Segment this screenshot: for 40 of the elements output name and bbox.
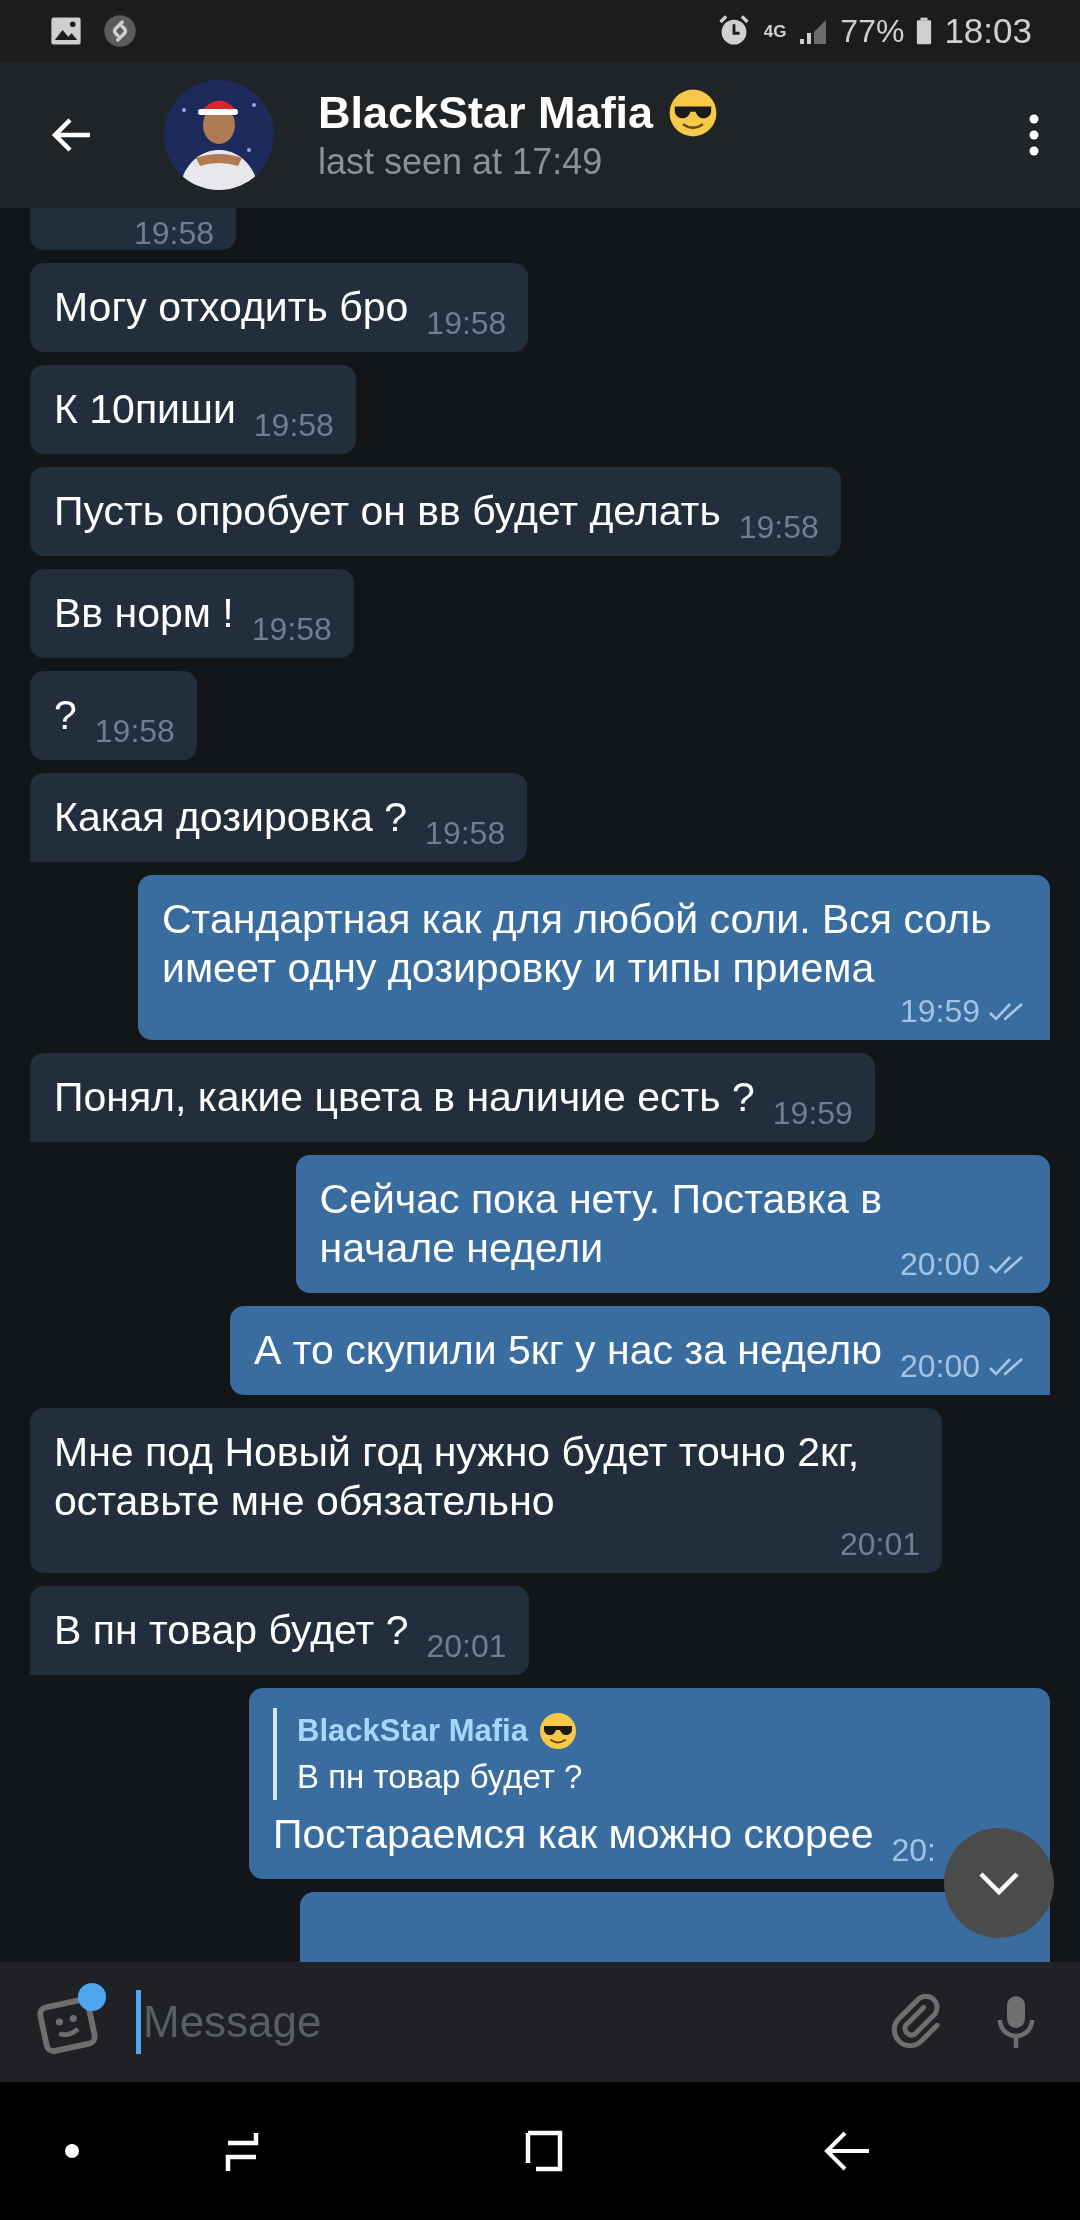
shazam-icon (102, 13, 138, 49)
more-options-icon[interactable] (1028, 113, 1040, 157)
message-time: 19:58 (425, 815, 506, 852)
network-type: 4G (763, 22, 787, 40)
message-time: 19:58 (426, 305, 507, 342)
last-seen-status: last seen at 17:49 (318, 141, 604, 183)
battery-icon (916, 16, 933, 46)
microphone-icon[interactable] (996, 1994, 1036, 2050)
message-time: 19:59 (899, 993, 980, 1030)
quoted-sender: BlackStar Mafia (297, 1712, 528, 1750)
message-text: Какая дозировка ? (54, 793, 408, 842)
battery-percent: 77% (840, 12, 905, 50)
message-text: Мне под Новый год нужно будет точно 2кг, оставьте мне обязательно (54, 1428, 861, 1526)
message-text: Сейчас пока нету. Поставка в начале недели (319, 1175, 882, 1273)
message-text: Пусть опробует он вв будет делать (54, 487, 721, 536)
message-text: Вв норм ! (54, 589, 234, 638)
message-time: 20:01 (839, 1526, 920, 1563)
message-time: 19:59 (772, 1095, 853, 1132)
message-time: 20:00 (899, 1246, 980, 1283)
message-time: 20:00 (899, 1348, 980, 1385)
message-text: Постараемся как можно скорее (273, 1810, 874, 1859)
message-text: Могу отходить бро (54, 283, 409, 332)
quoted-text: В пн товар будет ? (297, 1757, 584, 1797)
message-time: 19:58 (133, 215, 214, 252)
message-text: ? (54, 691, 77, 740)
message-text: В пн товар будет ? (54, 1606, 409, 1655)
message-text: А то скупили 5кг у нас за неделю (254, 1326, 882, 1375)
message-time: 19:58 (253, 407, 334, 444)
message-text: Стандартная как для любой соли. Вся соль имеет одну дозировку и типы приема (162, 895, 993, 993)
message-time: 19:58 (94, 713, 175, 750)
clock: 18:03 (944, 11, 1032, 51)
message-time: 19:58 (251, 611, 332, 648)
message-time: 20: (891, 1832, 936, 1869)
message-time: 19:58 (738, 509, 819, 546)
message-time: 20:01 (426, 1628, 507, 1665)
message-text: К 10пиши (54, 385, 236, 434)
chat-title: BlackStar Mafia (318, 87, 654, 139)
chevron-down-icon (977, 1870, 1021, 1896)
sunglasses-face-icon (537, 1711, 578, 1751)
message-text: Понял, какие цвета в наличие есть ? (54, 1073, 755, 1122)
